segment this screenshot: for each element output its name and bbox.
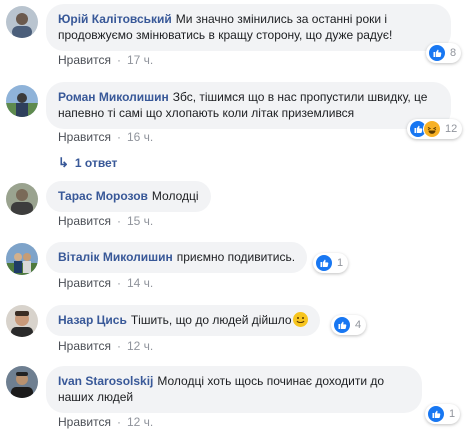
like-link[interactable]: Нравится: [58, 130, 111, 144]
reaction-summary[interactable]: 4: [331, 315, 367, 335]
timestamp[interactable]: 15 ч.: [127, 214, 153, 228]
reaction-count: 1: [449, 408, 456, 420]
comment-bubble: Назар Цись Тішить, що до людей дійшло: [46, 305, 320, 336]
comment-bubble: Юрій Калітовський Ми значно змінились за …: [46, 4, 451, 51]
comment-meta: Нравится · 14 ч.: [58, 276, 154, 290]
comment-author[interactable]: Юрій Калітовський: [58, 12, 172, 26]
reaction-count: 12: [445, 123, 458, 135]
reaction-summary[interactable]: 8: [426, 43, 462, 63]
timestamp[interactable]: 17 ч.: [127, 53, 153, 67]
comment-meta: Нравится · 17 ч.: [58, 53, 154, 67]
comment-author[interactable]: Назар Цись: [58, 313, 127, 327]
reaction-count: 8: [450, 47, 457, 59]
timestamp[interactable]: 12 ч.: [127, 339, 153, 353]
reaction-summary[interactable]: 1: [425, 404, 461, 424]
comment-text: Молодці: [151, 189, 199, 203]
comment-author[interactable]: Роман Миколишин: [58, 90, 169, 104]
comment-text: приємно подивитись.: [176, 250, 296, 264]
like-icon: [315, 254, 333, 272]
reply-arrow-icon: ↳: [58, 155, 69, 170]
avatar[interactable]: [6, 183, 38, 215]
comment-text: Тішить, що до людей дійшло: [130, 313, 292, 327]
avatar[interactable]: [6, 366, 38, 398]
comment-author[interactable]: Тарас Морозов: [58, 189, 148, 203]
like-link[interactable]: Нравится: [58, 276, 111, 290]
avatar[interactable]: [6, 6, 38, 38]
like-link[interactable]: Нравится: [58, 339, 111, 353]
timestamp[interactable]: 14 ч.: [127, 276, 153, 290]
comment-meta: Нравится · 15 ч.: [58, 214, 154, 228]
reaction-summary[interactable]: 12: [407, 119, 463, 139]
comment-meta: Нравится · 12 ч.: [58, 415, 154, 429]
comment-meta: Нравится · 12 ч.: [58, 339, 154, 353]
avatar[interactable]: [6, 305, 38, 337]
reaction-summary[interactable]: 1: [313, 253, 349, 273]
timestamp[interactable]: 16 ч.: [127, 130, 153, 144]
timestamp[interactable]: 12 ч.: [127, 415, 153, 429]
reaction-count: 1: [337, 257, 344, 269]
like-icon: [427, 405, 445, 423]
haha-icon: [423, 120, 441, 138]
comment-author[interactable]: Віталік Миколишин: [58, 250, 173, 264]
like-icon: [333, 316, 351, 334]
comment-bubble: Віталік Миколишин приємно подивитись.: [46, 242, 308, 273]
avatar[interactable]: [6, 243, 38, 275]
like-link[interactable]: Нравится: [58, 53, 111, 67]
comment-bubble: Ivan Starosolskij Молодці хоть щось почин…: [46, 366, 422, 413]
avatar[interactable]: [6, 85, 38, 117]
comment-bubble: Тарас Морозов Молодці: [46, 181, 211, 212]
replies-count: 1 ответ: [74, 156, 118, 170]
view-replies-link[interactable]: ↳ 1 ответ: [58, 155, 117, 171]
reaction-count: 4: [355, 319, 362, 331]
like-link[interactable]: Нравится: [58, 415, 111, 429]
comment-author[interactable]: Ivan Starosolskij: [58, 374, 153, 388]
smile-emoji-icon: [292, 312, 308, 327]
comment-meta: Нравится · 16 ч.: [58, 130, 154, 144]
like-link[interactable]: Нравится: [58, 214, 111, 228]
like-icon: [428, 44, 446, 62]
comment-bubble: Роман Миколишин Збс, тішимся що в нас про…: [46, 82, 451, 129]
